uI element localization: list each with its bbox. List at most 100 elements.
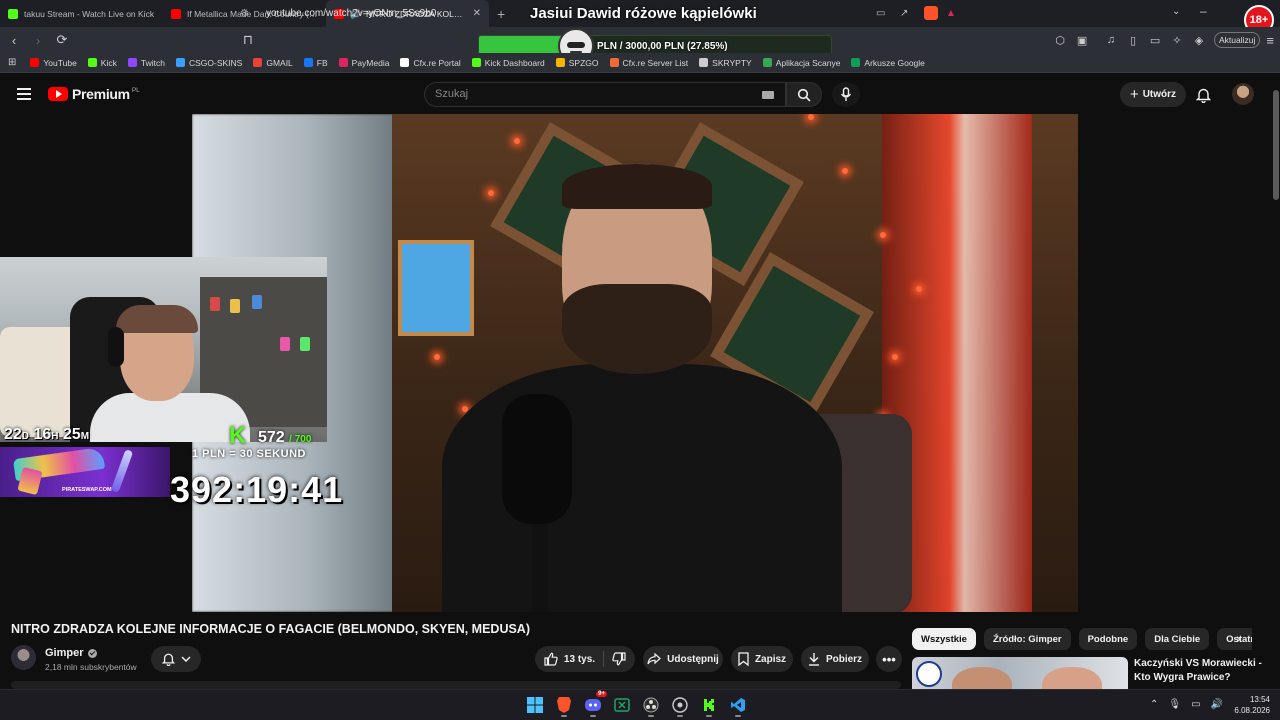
discord-icon[interactable]: 9+ [582,691,607,717]
brave-browser-icon[interactable] [553,693,575,717]
rewards-icon[interactable]: ▲ [946,8,956,19]
search-input[interactable]: Szukaj [424,82,786,107]
bookmark-fb[interactable]: FB [303,58,328,68]
channel-logo-icon [916,661,942,687]
skin-giveaway-banner: PIRATESWAP.COM [0,447,170,497]
bookmark-csgo-skins[interactable]: CSGO-SKINS [175,58,242,68]
download-button[interactable]: Pobierz [801,646,869,672]
tray-overflow-icon[interactable]: ⌃ [1150,699,1158,710]
chip-1[interactable]: Źródło: Gimper [983,628,1071,650]
windows-start-icon[interactable] [524,693,546,717]
bookmark-kick[interactable]: Kick [87,58,117,68]
menu-icon[interactable] [17,88,31,103]
chrome-icon[interactable] [669,693,691,717]
pistol-grip [17,466,43,496]
bookmark-favicon-icon [555,58,565,67]
bookmark-favicon-icon [303,58,313,67]
bookmark-cfx-re-portal[interactable]: Cfx.re Portal [400,58,461,68]
notifications-bell-icon[interactable] [1196,87,1211,103]
microphone-tray-icon[interactable]: 🎙 [1168,699,1181,710]
bulb-light [808,114,814,120]
bookmark-favicon-icon [400,58,410,67]
chevron-right-icon[interactable]: › [1236,630,1241,646]
reload-icon[interactable]: ⟳ [52,32,72,48]
bookmark-spzgo[interactable]: SPZGO [555,57,599,68]
music-icon[interactable]: ♫ [1103,34,1119,46]
screenshot-icon[interactable]: ▣ [1074,34,1090,47]
subathon-timer: 392:19:41 [170,469,344,510]
account-avatar[interactable] [1232,83,1254,105]
chip-2[interactable]: Podobne [1078,628,1138,650]
voice-search-button[interactable] [832,82,860,107]
minutes-unit: M [80,431,90,442]
save-icon [738,652,749,666]
recommended-video-title[interactable]: Kaczyński VS Morawiecki - Kto Wygra Praw… [1134,657,1264,685]
bookmark-paymedia[interactable]: PayMedia [338,58,389,68]
bookmark-twitch[interactable]: Twitch [127,58,165,68]
kick-app-icon[interactable] [698,693,720,717]
tab-label: takuu Stream - Watch Live on Kick [24,8,155,19]
ai-icon[interactable]: ✧ [1169,34,1185,47]
chip-4[interactable]: Ostatnio [1217,628,1252,650]
tab-search-chevron-icon[interactable]: ⌄ [1172,6,1180,17]
search-button[interactable] [786,82,822,107]
description-box-edge [11,681,901,689]
back-icon[interactable]: ‹ [4,33,24,48]
obs-icon[interactable] [640,693,662,717]
bookmark-youtube[interactable]: YouTube [30,58,77,68]
minimize-button[interactable]: – [1200,4,1207,18]
bookmark-label: SPZGO [568,57,599,68]
bulb-light [514,138,520,144]
bookmark-icon[interactable]: ⊓ [238,32,258,48]
chip-3[interactable]: Dla Ciebie [1145,628,1210,650]
volume-icon[interactable]: 🔊 [1211,699,1223,710]
knife-skin-icon [110,448,134,494]
sidebar-icon[interactable]: ▯ [1125,34,1141,47]
more-actions-button[interactable]: ••• [876,646,902,672]
bookmark-arkusze-google[interactable]: Arkusze Google [851,58,925,68]
wallet-icon[interactable]: ▭ [1147,34,1163,47]
bookmark-kick-dashboard[interactable]: Kick Dashboard [471,58,545,68]
extension-icon[interactable]: ⬡ [1052,34,1068,47]
youtube-favicon-icon [171,8,181,19]
site-settings-icon[interactable]: ⚙ [240,8,254,19]
update-button[interactable]: Aktualizuj [1214,32,1261,48]
verified-check-icon [87,648,97,658]
channel-avatar[interactable] [11,645,36,670]
forward-icon[interactable]: › [28,33,48,48]
like-button[interactable]: 13 tys. [544,652,595,666]
bookmark-cfx-re-server-list[interactable]: Cfx.re Server List [609,58,688,68]
tab-kick-stream[interactable]: takuu Stream - Watch Live on Kick [0,0,163,27]
hours-unit: H [51,431,59,442]
kick-logo-icon: K [229,422,247,449]
browser-menu-icon[interactable]: ≡ [1266,33,1274,48]
save-button[interactable]: Zapisz [731,646,793,672]
url-field[interactable]: ⚙ youtube.com/watch?v=yONm_5Ss9b0 ▭ ↗ ▲ [240,2,960,24]
vpn-icon[interactable]: ◈ [1191,34,1207,47]
apps-grid-icon[interactable]: ⊞ [8,57,16,68]
brave-shield-icon[interactable] [924,6,938,20]
share-page-icon[interactable]: ↗ [900,8,908,19]
bookmark-skrypty[interactable]: SKRYPTY [699,58,752,68]
cast-icon[interactable]: ▭ [876,8,885,19]
bookmark-aplikacja-scanye[interactable]: Aplikacja Scanye [762,58,840,68]
taskbar-clock[interactable]: 13:54 6.08.2026 [1228,694,1270,716]
share-button[interactable]: Udostępnij [643,646,723,672]
channel-name[interactable]: Gimper [45,647,97,659]
page-scrollbar-thumb[interactable] [1273,90,1279,200]
bookmarks-bar: ⊞ YouTube Kick Twitch CSGO-SKINS GMAIL FB PayM… [0,53,1280,73]
bookmark-favicon-icon [609,58,619,67]
headset [108,327,124,367]
dislike-button[interactable] [612,652,626,666]
chip-0[interactable]: Wszystkie [912,628,976,650]
excel-icon[interactable] [611,693,633,717]
create-button[interactable]: + Utwórz [1120,82,1186,107]
bookmark-gmail[interactable]: GMAIL [253,58,293,68]
subscription-bell-button[interactable] [151,646,201,672]
sponsor-site: PIRATESWAP.COM [62,487,112,493]
youtube-logo[interactable]: Premium PL [48,86,140,102]
vscode-icon[interactable] [727,693,749,717]
keyboard-icon[interactable] [762,91,774,99]
windows-taskbar: 9+ ⌃ 🎙 ▭ 🔊 [0,689,1280,720]
network-icon[interactable]: ▭ [1191,699,1200,710]
